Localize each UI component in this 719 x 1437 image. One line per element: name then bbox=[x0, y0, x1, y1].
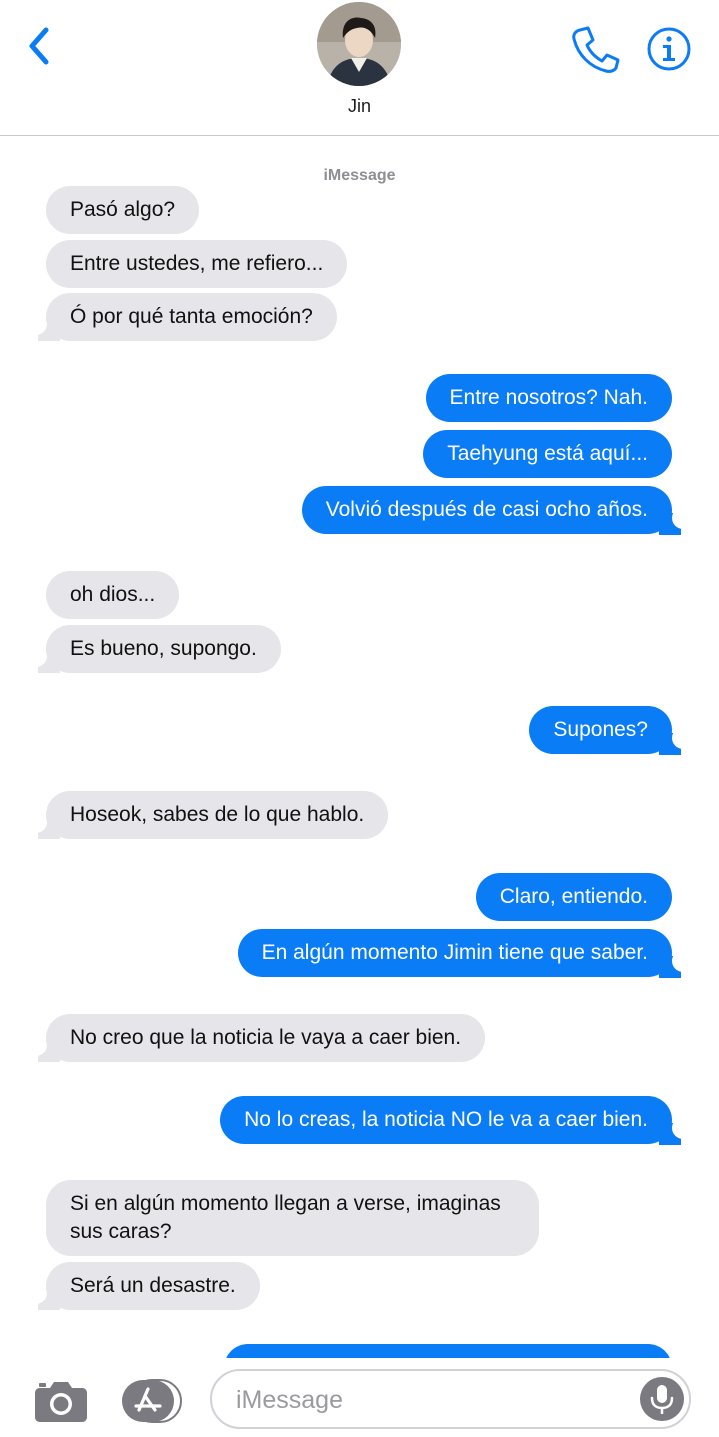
outgoing-message[interactable]: Taehyung está aquí... bbox=[423, 430, 672, 478]
message-field[interactable] bbox=[210, 1369, 691, 1429]
outgoing-message[interactable]: Volvió después de casi ocho años. bbox=[301, 486, 672, 534]
call-button[interactable] bbox=[568, 24, 620, 74]
back-button[interactable] bbox=[24, 24, 58, 68]
chevron-left-icon bbox=[29, 27, 49, 65]
info-icon bbox=[647, 27, 691, 71]
apps-button[interactable] bbox=[121, 1379, 183, 1423]
service-label: iMessage bbox=[323, 167, 396, 184]
microphone-icon bbox=[650, 1385, 674, 1414]
outgoing-message[interactable]: Claro, entiendo. bbox=[475, 873, 672, 921]
incoming-message[interactable]: oh dios... bbox=[46, 571, 180, 619]
compose-bar bbox=[0, 1358, 719, 1437]
info-button[interactable] bbox=[646, 26, 692, 72]
message-thread[interactable]: iMessage Pasó algo? Entre ustedes, me re… bbox=[0, 137, 719, 1358]
camera-button[interactable] bbox=[34, 1380, 88, 1422]
incoming-message[interactable]: Entre ustedes, me refiero... bbox=[46, 240, 348, 288]
dictation-button[interactable] bbox=[640, 1377, 684, 1421]
incoming-message[interactable]: Hoseok, sabes de lo que hablo. bbox=[46, 791, 389, 839]
incoming-message[interactable]: No creo que la noticia le vaya a caer bi… bbox=[46, 1014, 486, 1062]
outgoing-message[interactable]: No lo creas, la noticia NO le va a caer … bbox=[220, 1096, 672, 1144]
conversation-header: Jin bbox=[0, 0, 719, 136]
outgoing-message[interactable]: En algún momento Jimin tiene que saber. bbox=[237, 929, 672, 977]
avatar-photo bbox=[317, 2, 401, 86]
incoming-message[interactable]: Será un desastre. bbox=[46, 1262, 260, 1310]
phone-icon bbox=[572, 26, 620, 73]
outgoing-message[interactable]: Supones? bbox=[529, 706, 672, 754]
incoming-message[interactable]: Ó por qué tanta emoción? bbox=[46, 293, 337, 341]
camera-icon bbox=[35, 1382, 87, 1422]
message-input[interactable] bbox=[236, 1383, 626, 1417]
contact-avatar[interactable] bbox=[317, 2, 401, 86]
incoming-message[interactable]: Pasó algo? bbox=[46, 186, 200, 234]
incoming-message[interactable]: Es bueno, supongo. bbox=[46, 625, 281, 673]
contact-name[interactable]: Jin bbox=[0, 96, 719, 117]
outgoing-message[interactable]: Entre nosotros? Nah. bbox=[425, 374, 672, 422]
outgoing-message-partial[interactable] bbox=[224, 1344, 672, 1358]
incoming-message[interactable]: Si en algún momento llegan a verse, imag… bbox=[46, 1180, 539, 1256]
app-store-icon bbox=[122, 1379, 182, 1423]
